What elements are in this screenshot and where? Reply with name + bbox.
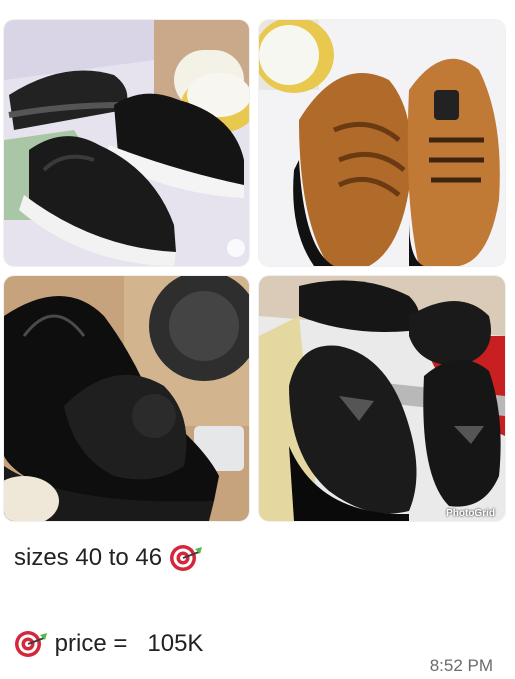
brown-leather-sneakers-photo[interactable]	[259, 20, 505, 266]
direct-hit-target-icon	[169, 545, 202, 571]
black-v-buckle-loafers-photo[interactable]: PhotoGrid	[259, 276, 505, 521]
sizes-label: sizes 40 to 46	[14, 544, 169, 571]
black-leather-sneakers-photo[interactable]	[4, 20, 249, 266]
price-label: price = 105K	[48, 630, 204, 657]
black-patent-medusa-sneaker-photo[interactable]	[4, 276, 249, 521]
message-timestamp: 8:52 PM	[429, 656, 493, 675]
message-bubble[interactable]: PhotoGrid sizes 40 to 46 price = 105K 8:…	[0, 0, 515, 679]
direct-hit-target-icon	[15, 631, 47, 657]
price-text: price = 105K	[14, 629, 203, 659]
sizes-text: sizes 40 to 46	[14, 543, 203, 573]
photogrid-watermark: PhotoGrid	[446, 508, 495, 519]
